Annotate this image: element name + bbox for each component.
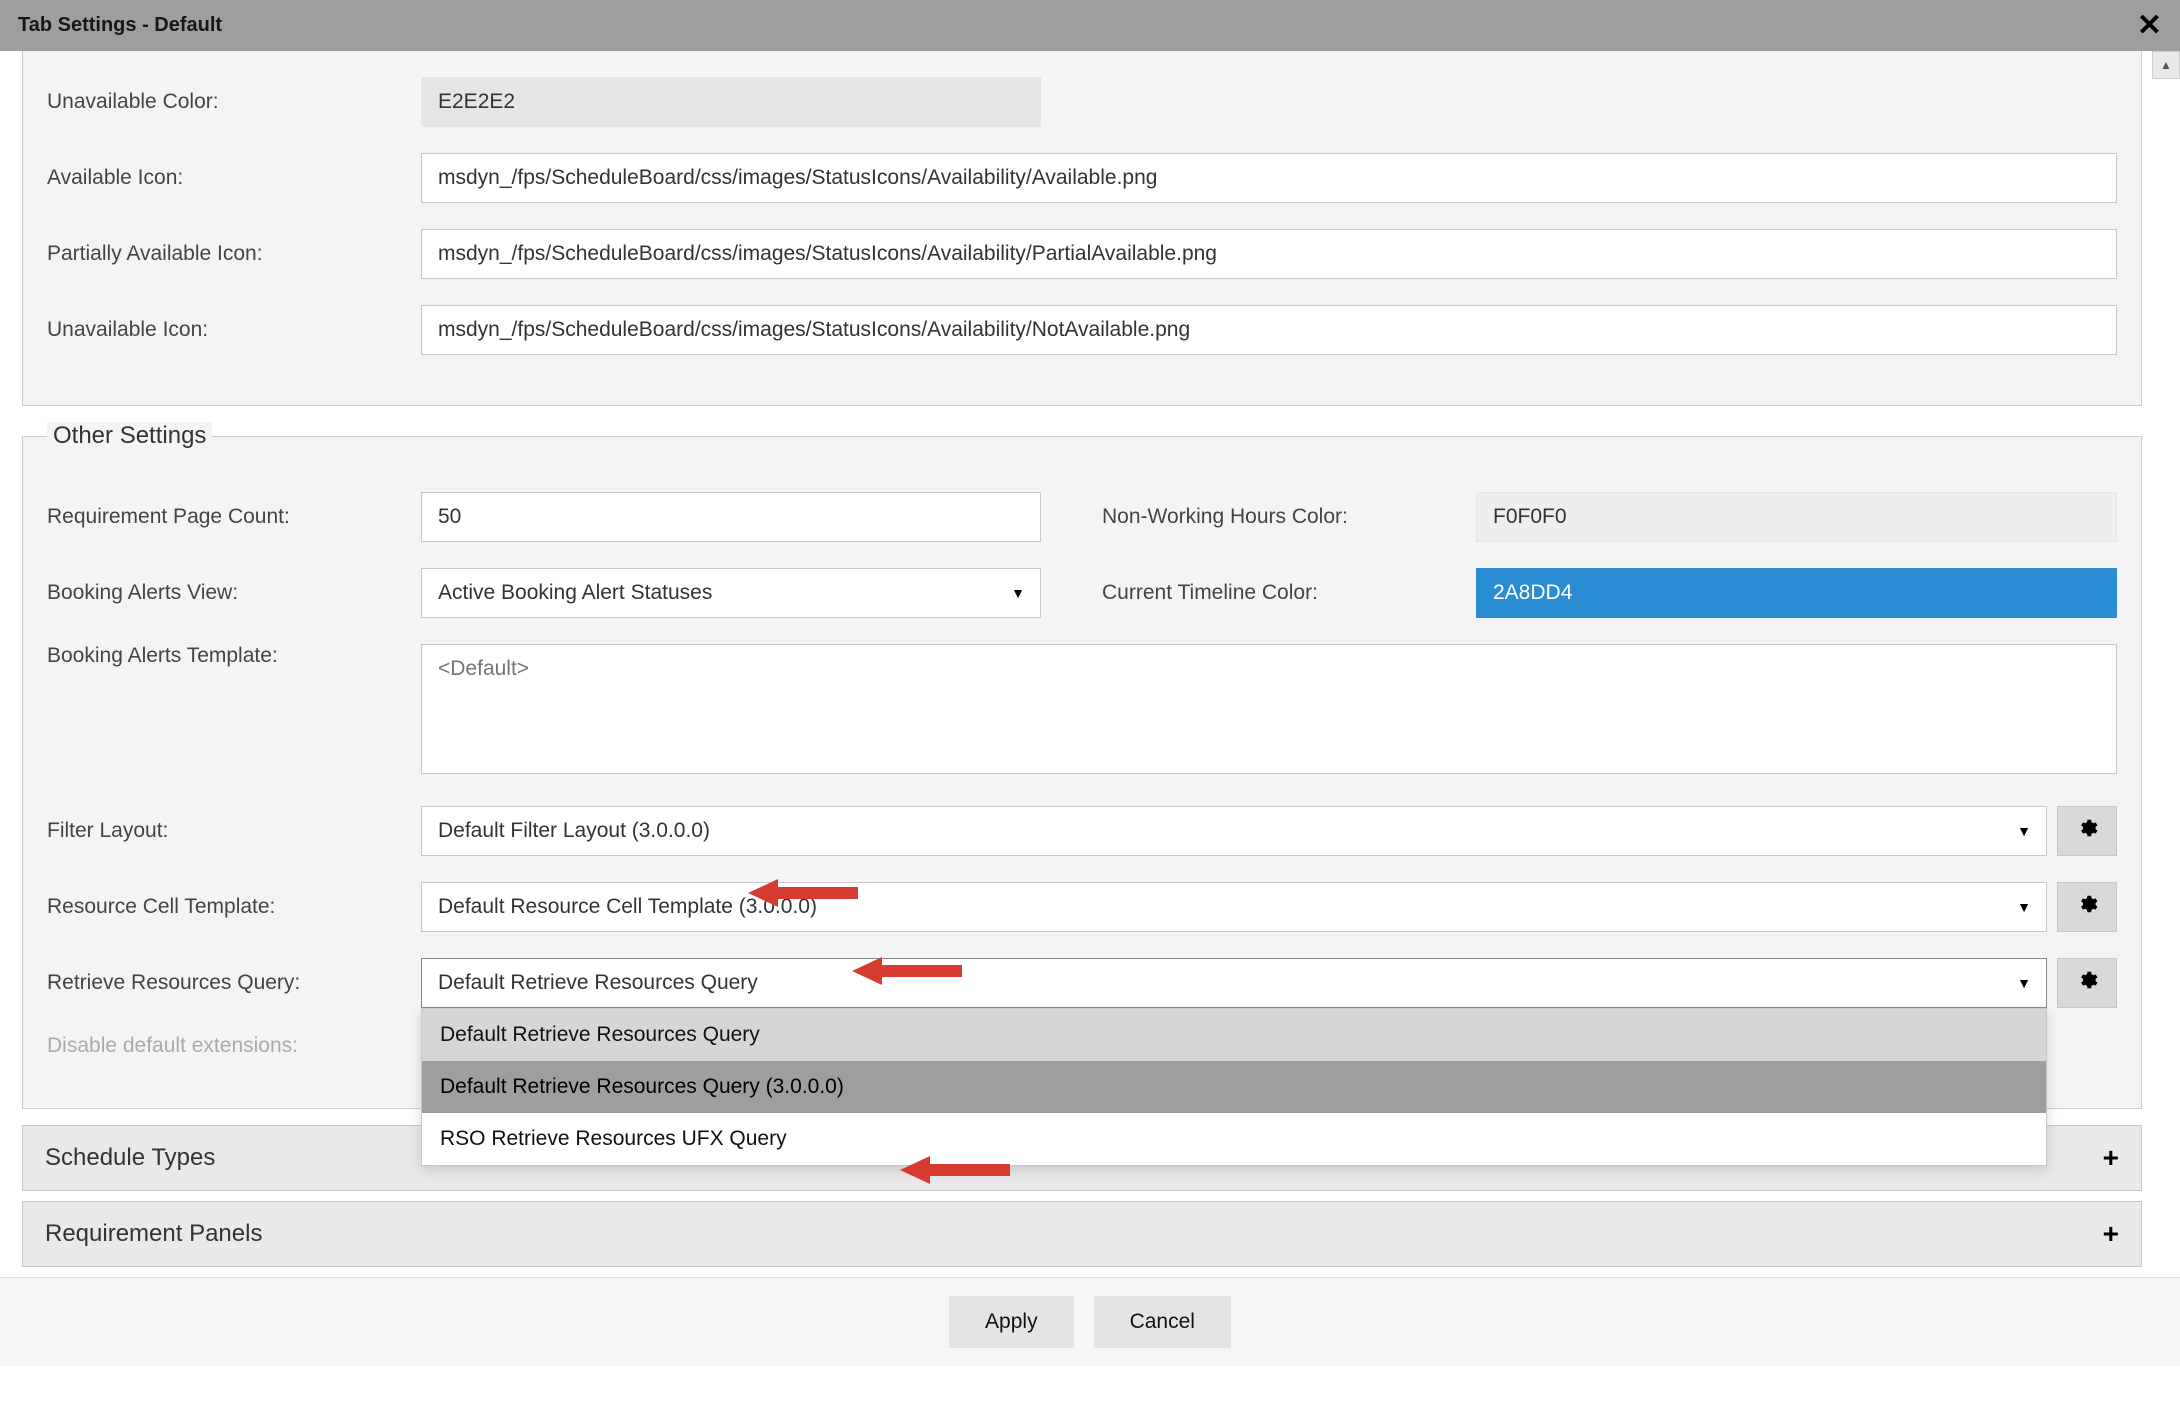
label-available-icon: Available Icon: (47, 166, 397, 190)
current-timeline-color-field[interactable]: 2A8DD4 (1476, 568, 2117, 618)
available-icon-field[interactable] (421, 153, 2117, 203)
label-resource-cell-template: Resource Cell Template: (47, 895, 397, 919)
label-booking-alerts-view: Booking Alerts View: (47, 581, 397, 605)
window-title: Tab Settings - Default (18, 14, 222, 37)
label-unavailable-color: Unavailable Color: (47, 90, 397, 114)
other-settings-legend: Other Settings (47, 422, 212, 450)
close-icon[interactable]: ✕ (2137, 8, 2162, 43)
row-resource-cell-template: Resource Cell Template: Default Resource… (47, 882, 2117, 932)
accordion-requirement-panels[interactable]: Requirement Panels + (22, 1201, 2142, 1267)
label-current-timeline-color: Current Timeline Color: (1102, 581, 1452, 605)
filter-layout-gear-button[interactable] (2057, 806, 2117, 856)
booking-alerts-view-select[interactable]: Active Booking Alert Statuses ▼ (421, 568, 1041, 618)
row-unavailable-icon: Unavailable Icon: (47, 305, 2117, 355)
resource-cell-template-select[interactable]: Default Resource Cell Template (3.0.0.0)… (421, 882, 2047, 932)
dialog-content: Unavailable Color: E2E2E2 Available Icon… (0, 51, 2180, 1267)
label-booking-alerts-template: Booking Alerts Template: (47, 644, 397, 668)
label-disable-default-extensions: Disable default extensions: (47, 1034, 397, 1058)
nonworking-color-field[interactable]: F0F0F0 (1476, 492, 2117, 542)
unavailable-icon-field[interactable] (421, 305, 2117, 355)
row-unavailable-color: Unavailable Color: E2E2E2 (47, 77, 2117, 127)
gear-icon (2076, 893, 2098, 921)
resource-cell-template-value: Default Resource Cell Template (3.0.0.0) (421, 882, 2047, 932)
plus-icon: + (2103, 1218, 2119, 1250)
other-settings-section: Other Settings Requirement Page Count: N… (22, 422, 2142, 1109)
booking-alerts-view-value: Active Booking Alert Statuses (421, 568, 1041, 618)
accordion-title: Schedule Types (45, 1144, 215, 1172)
filter-layout-value: Default Filter Layout (3.0.0.0) (421, 806, 2047, 856)
retrieve-resources-query-value: Default Retrieve Resources Query (421, 958, 2047, 1008)
unavailable-color-field[interactable]: E2E2E2 (421, 77, 1041, 127)
retrieve-resources-query-select[interactable]: Default Retrieve Resources Query ▼ Defau… (421, 958, 2047, 1008)
label-nonworking-color: Non-Working Hours Color: (1102, 505, 1452, 529)
label-filter-layout: Filter Layout: (47, 819, 397, 843)
resource-cell-template-gear-button[interactable] (2057, 882, 2117, 932)
row-booking-alerts-template: Booking Alerts Template: (47, 644, 2117, 780)
title-bar: Tab Settings - Default ✕ (0, 0, 2180, 51)
partially-available-icon-field[interactable] (421, 229, 2117, 279)
row-filter-layout: Filter Layout: Default Filter Layout (3.… (47, 806, 2117, 856)
label-requirement-page-count: Requirement Page Count: (47, 505, 397, 529)
cancel-button[interactable]: Cancel (1094, 1296, 1231, 1348)
row-available-icon: Available Icon: (47, 153, 2117, 203)
retrieve-resources-query-gear-button[interactable] (2057, 958, 2117, 1008)
scroll-up-icon[interactable]: ▲ (2152, 51, 2180, 79)
accordion-title: Requirement Panels (45, 1220, 262, 1248)
plus-icon: + (2103, 1142, 2119, 1174)
icons-section: Unavailable Color: E2E2E2 Available Icon… (22, 51, 2142, 406)
filter-layout-select[interactable]: Default Filter Layout (3.0.0.0) ▼ (421, 806, 2047, 856)
gear-icon (2076, 817, 2098, 845)
label-partially-available-icon: Partially Available Icon: (47, 242, 397, 266)
booking-alerts-template-field[interactable] (421, 644, 2117, 774)
dropdown-option[interactable]: Default Retrieve Resources Query (422, 1009, 2046, 1061)
dialog-footer: Apply Cancel (0, 1277, 2180, 1366)
label-retrieve-resources-query: Retrieve Resources Query: (47, 971, 397, 995)
dropdown-option[interactable]: Default Retrieve Resources Query (3.0.0.… (422, 1061, 2046, 1113)
apply-button[interactable]: Apply (949, 1296, 1074, 1348)
row-partially-available-icon: Partially Available Icon: (47, 229, 2117, 279)
scroll-area: ▲ Unavailable Color: E2E2E2 Available Ic… (0, 51, 2180, 1366)
row-rpc-nwh: Requirement Page Count: Non-Working Hour… (47, 492, 2117, 542)
dropdown-option[interactable]: RSO Retrieve Resources UFX Query (422, 1113, 2046, 1165)
row-retrieve-resources-query: Retrieve Resources Query: Default Retrie… (47, 958, 2117, 1008)
retrieve-resources-query-menu: Default Retrieve Resources Query Default… (421, 1008, 2047, 1166)
gear-icon (2076, 969, 2098, 997)
requirement-page-count-field[interactable] (421, 492, 1041, 542)
row-bav-ctc: Booking Alerts View: Active Booking Aler… (47, 568, 2117, 618)
label-unavailable-icon: Unavailable Icon: (47, 318, 397, 342)
